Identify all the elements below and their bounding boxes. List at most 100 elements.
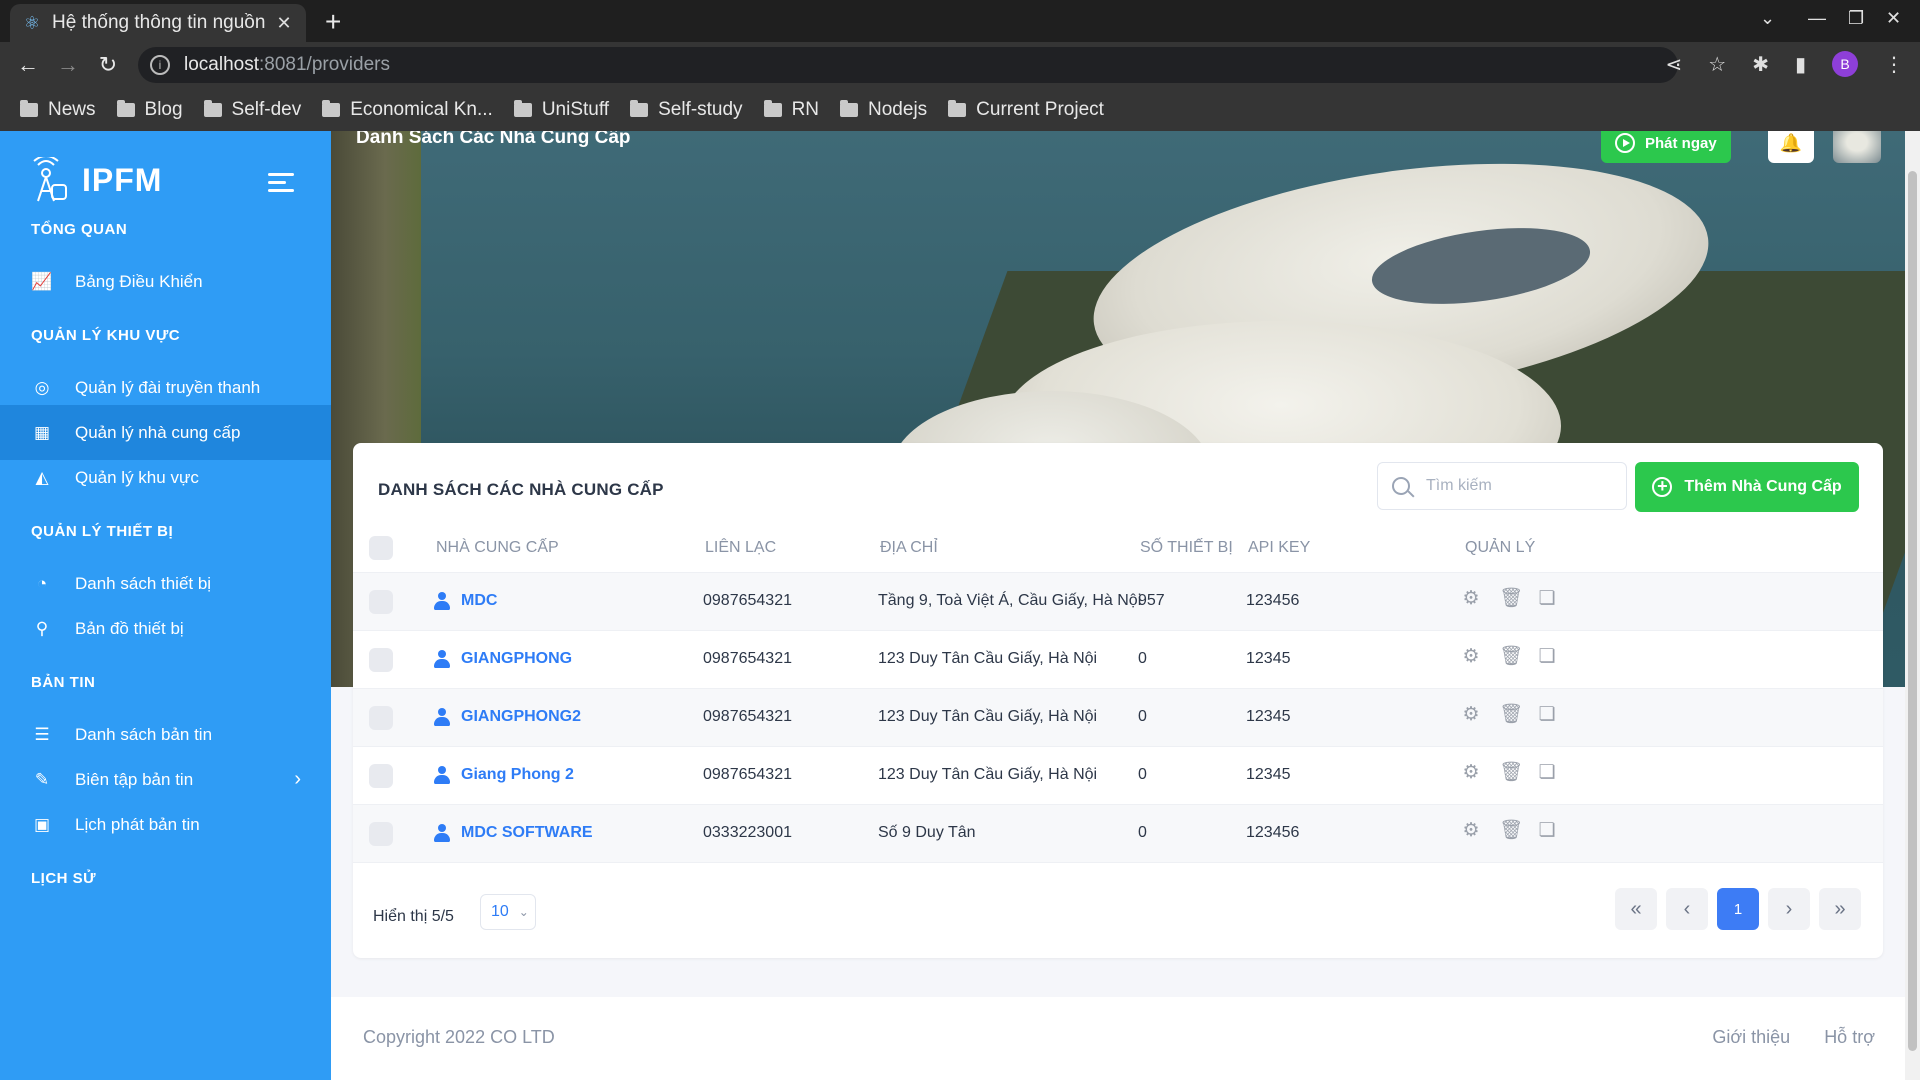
bookmark-item[interactable]: News (20, 99, 96, 121)
bookmark-star-icon[interactable]: ☆ (1708, 52, 1726, 77)
extensions-icon[interactable]: ✱ (1752, 52, 1769, 77)
user-icon (433, 650, 451, 668)
provider-name-link[interactable]: Giang Phong 2 (433, 766, 574, 784)
last-page-button[interactable]: » (1819, 888, 1861, 930)
footer-link-about[interactable]: Giới thiệu (1712, 1027, 1790, 1048)
settings-gear-icon[interactable]: ⚙ (1461, 705, 1481, 725)
plus-circle-icon: + (1652, 477, 1673, 497)
row-checkbox[interactable] (369, 764, 393, 788)
bookmark-label: Economical Kn... (350, 98, 493, 120)
close-tab-icon[interactable]: ✕ (274, 13, 294, 34)
sidebar-item[interactable]: 📈 Bảng Điều Khiển (0, 254, 331, 309)
sidebar-item[interactable]: ⚲ Bản đồ thiết bị (0, 601, 331, 656)
table-row[interactable]: GIANGPHONG2 0987654321 123 Duy Tân Cầu Giấ… (353, 689, 1883, 747)
page-button-current[interactable]: 1 (1717, 888, 1759, 930)
bookmark-item[interactable]: RN (763, 99, 819, 121)
copy-icon[interactable]: ❏ (1537, 705, 1557, 725)
delete-trash-icon[interactable]: 🗑 (1499, 705, 1523, 725)
provider-name-link[interactable]: GIANGPHONG2 (433, 708, 581, 726)
delete-trash-icon[interactable]: 🗑 (1499, 821, 1523, 841)
reload-icon[interactable]: ↻ (94, 52, 122, 78)
page-size-select[interactable]: 10 ⌄ (480, 894, 536, 930)
provider-name-link[interactable]: GIANGPHONG (433, 650, 572, 668)
col-provider[interactable]: NHÀ CUNG CẤP (436, 539, 559, 557)
brand-logo[interactable]: IPFM (26, 157, 162, 203)
play-now-button[interactable]: Phát ngay (1601, 131, 1731, 163)
menu-toggle-icon[interactable] (268, 173, 294, 197)
new-tab-icon[interactable]: + (325, 6, 341, 38)
sidebar-item[interactable]: ▣ Lịch phát bản tin (0, 797, 331, 852)
col-device-count[interactable]: SỐ THIẾT BỊ (1140, 539, 1233, 557)
page-scrollbar[interactable] (1905, 131, 1920, 1080)
chevron-down-icon: ⌄ (518, 905, 529, 919)
menu-kebab-icon[interactable]: ⋮ (1884, 52, 1904, 77)
close-window-icon[interactable]: ✕ (1886, 8, 1901, 29)
provider-address: 123 Duy Tân Cầu Giấy, Hà Nội (878, 766, 1098, 783)
bookmark-label: Nodejs (868, 98, 928, 120)
search-input[interactable] (1426, 477, 1606, 495)
copy-icon[interactable]: ❏ (1537, 647, 1557, 667)
profile-avatar[interactable]: B (1832, 51, 1858, 77)
site-info-icon[interactable]: i (150, 55, 170, 75)
bookmark-item[interactable]: Self-dev (203, 99, 301, 121)
bookmark-item[interactable]: UniStuff (513, 99, 609, 121)
settings-gear-icon[interactable]: ⚙ (1461, 821, 1481, 841)
copy-icon[interactable]: ❏ (1537, 589, 1557, 609)
bookmark-item[interactable]: Economical Kn... (322, 99, 493, 121)
next-page-button[interactable]: › (1768, 888, 1810, 930)
bookmark-item[interactable]: Current Project (948, 99, 1104, 121)
first-page-button[interactable]: « (1615, 888, 1657, 930)
bookmark-item[interactable]: Blog (116, 99, 183, 121)
col-contact[interactable]: LIÊN LẠC (705, 539, 776, 557)
table-row[interactable]: GIANGPHONG 0987654321 123 Duy Tân Cầu Giấy… (353, 631, 1883, 689)
url-bar[interactable]: i localhost :8081/providers (138, 47, 1678, 83)
minimize-icon[interactable]: — (1808, 8, 1826, 29)
bookmark-item[interactable]: Nodejs (840, 99, 927, 121)
bell-icon: 🔔 (1779, 132, 1803, 153)
browser-tab-strip: ⚛ Hệ thống thông tin nguồn ✕ + ⌄ — ❐ ✕ (0, 0, 1920, 42)
browser-tab[interactable]: ⚛ Hệ thống thông tin nguồn ✕ (10, 4, 306, 42)
col-api-key[interactable]: API KEY (1248, 539, 1310, 557)
search-box (1377, 462, 1627, 510)
provider-phone: 0987654321 (703, 650, 792, 667)
forward-icon[interactable]: → (54, 52, 82, 78)
delete-trash-icon[interactable]: 🗑 (1499, 763, 1523, 783)
settings-gear-icon[interactable]: ⚙ (1461, 589, 1481, 609)
settings-gear-icon[interactable]: ⚙ (1461, 647, 1481, 667)
select-all-checkbox[interactable] (369, 536, 393, 560)
tab-search-icon[interactable]: ⌄ (1760, 8, 1775, 29)
chevron-right-icon: › (294, 768, 301, 790)
back-icon[interactable]: ← (14, 52, 42, 78)
side-panel-icon[interactable]: ▮ (1795, 52, 1806, 77)
copy-icon[interactable]: ❏ (1537, 821, 1557, 841)
bookmark-label: Self-study (658, 98, 743, 120)
row-checkbox[interactable] (369, 648, 393, 672)
prev-page-button[interactable]: ‹ (1666, 888, 1708, 930)
col-address[interactable]: ĐỊA CHỈ (880, 539, 938, 557)
play-now-label: Phát ngay (1645, 134, 1717, 152)
row-checkbox[interactable] (369, 822, 393, 846)
table-row[interactable]: MDC 0987654321 Tầng 9, Toà Việt Á, Cầu Giấ… (353, 573, 1883, 631)
bookmark-label: Current Project (976, 98, 1104, 120)
table-row[interactable]: MDC SOFTWARE 0333223001 Số 9 Duy Tân 0 12345… (353, 805, 1883, 863)
footer-link-support[interactable]: Hỗ trợ (1824, 1027, 1875, 1048)
user-avatar[interactable] (1833, 131, 1881, 163)
user-icon (433, 824, 451, 842)
table-row[interactable]: Giang Phong 2 0987654321 123 Duy Tân Cầu G… (353, 747, 1883, 805)
notification-bell-button[interactable]: 🔔 (1768, 131, 1814, 163)
provider-name-link[interactable]: MDC (433, 592, 497, 610)
restore-icon[interactable]: ❐ (1848, 8, 1864, 29)
delete-trash-icon[interactable]: 🗑 (1499, 589, 1523, 609)
copy-icon[interactable]: ❏ (1537, 763, 1557, 783)
share-icon[interactable]: ⋖ (1666, 52, 1683, 77)
row-checkbox[interactable] (369, 706, 393, 730)
delete-trash-icon[interactable]: 🗑 (1499, 647, 1523, 667)
provider-name-link[interactable]: MDC SOFTWARE (433, 824, 593, 842)
sidebar-item[interactable]: ◭ Quản lý khu vực (0, 450, 331, 505)
provider-address: 123 Duy Tân Cầu Giấy, Hà Nội (878, 708, 1098, 725)
bookmark-item[interactable]: Self-study (630, 98, 743, 121)
settings-gear-icon[interactable]: ⚙ (1461, 763, 1481, 783)
add-provider-button[interactable]: + Thêm Nhà Cung Cấp (1635, 462, 1859, 512)
bookmarks-bar: News Blog Self-dev Economical Kn... UniStuff… (0, 88, 1920, 131)
row-checkbox[interactable] (369, 590, 393, 614)
